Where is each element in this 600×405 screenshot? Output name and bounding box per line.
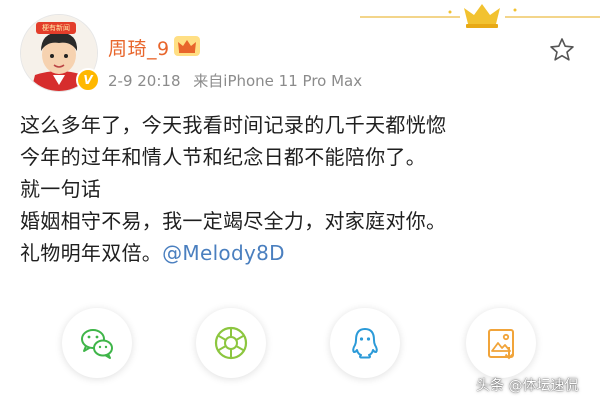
share-qq-button[interactable] — [330, 308, 400, 378]
avatar[interactable]: 梗有新闻 V — [20, 14, 100, 92]
share-moments-button[interactable] — [196, 308, 266, 378]
wechat-icon — [81, 329, 113, 359]
post-line: 就一句话 — [20, 177, 102, 201]
save-image-button[interactable] — [466, 308, 536, 378]
mention-link[interactable]: @Melody8D — [162, 241, 285, 265]
save-image-icon — [488, 329, 514, 360]
moments-icon — [214, 326, 248, 360]
share-wechat-button[interactable] — [62, 308, 132, 378]
qq-icon — [352, 328, 378, 359]
post-line: 婚姻相守不易，我一定竭尽全力，对家庭对你。 — [20, 209, 447, 233]
favorite-star-icon[interactable] — [548, 36, 576, 64]
watermark: 头条 @体坛速侃 — [476, 378, 579, 394]
post-line-last: 礼物明年双倍。@Melody8D — [20, 237, 590, 269]
post-time: 2-9 20:18 — [108, 72, 181, 90]
crown-decoration-icon — [464, 4, 500, 28]
header-decoration — [360, 4, 600, 28]
post-line: 这么多年了，今天我看时间记录的几千天都恍惚 — [20, 113, 447, 137]
vip-crown-icon — [174, 36, 200, 56]
avatar-banner: 梗有新闻 — [36, 22, 76, 34]
username[interactable]: 周琦_9 — [108, 34, 170, 61]
post-body: 这么多年了，今天我看时间记录的几千天都恍惚 今年的过年和情人节和纪念日都不能陪你… — [20, 109, 590, 269]
verified-badge-icon: V — [76, 68, 100, 92]
post-line-text: 礼物明年双倍。 — [20, 241, 163, 265]
post-line: 今年的过年和情人节和纪念日都不能陪你了。 — [20, 145, 426, 169]
post-source: 来自iPhone 11 Pro Max — [193, 72, 363, 90]
post-meta: 2-9 20:18 来自iPhone 11 Pro Max — [108, 70, 362, 91]
